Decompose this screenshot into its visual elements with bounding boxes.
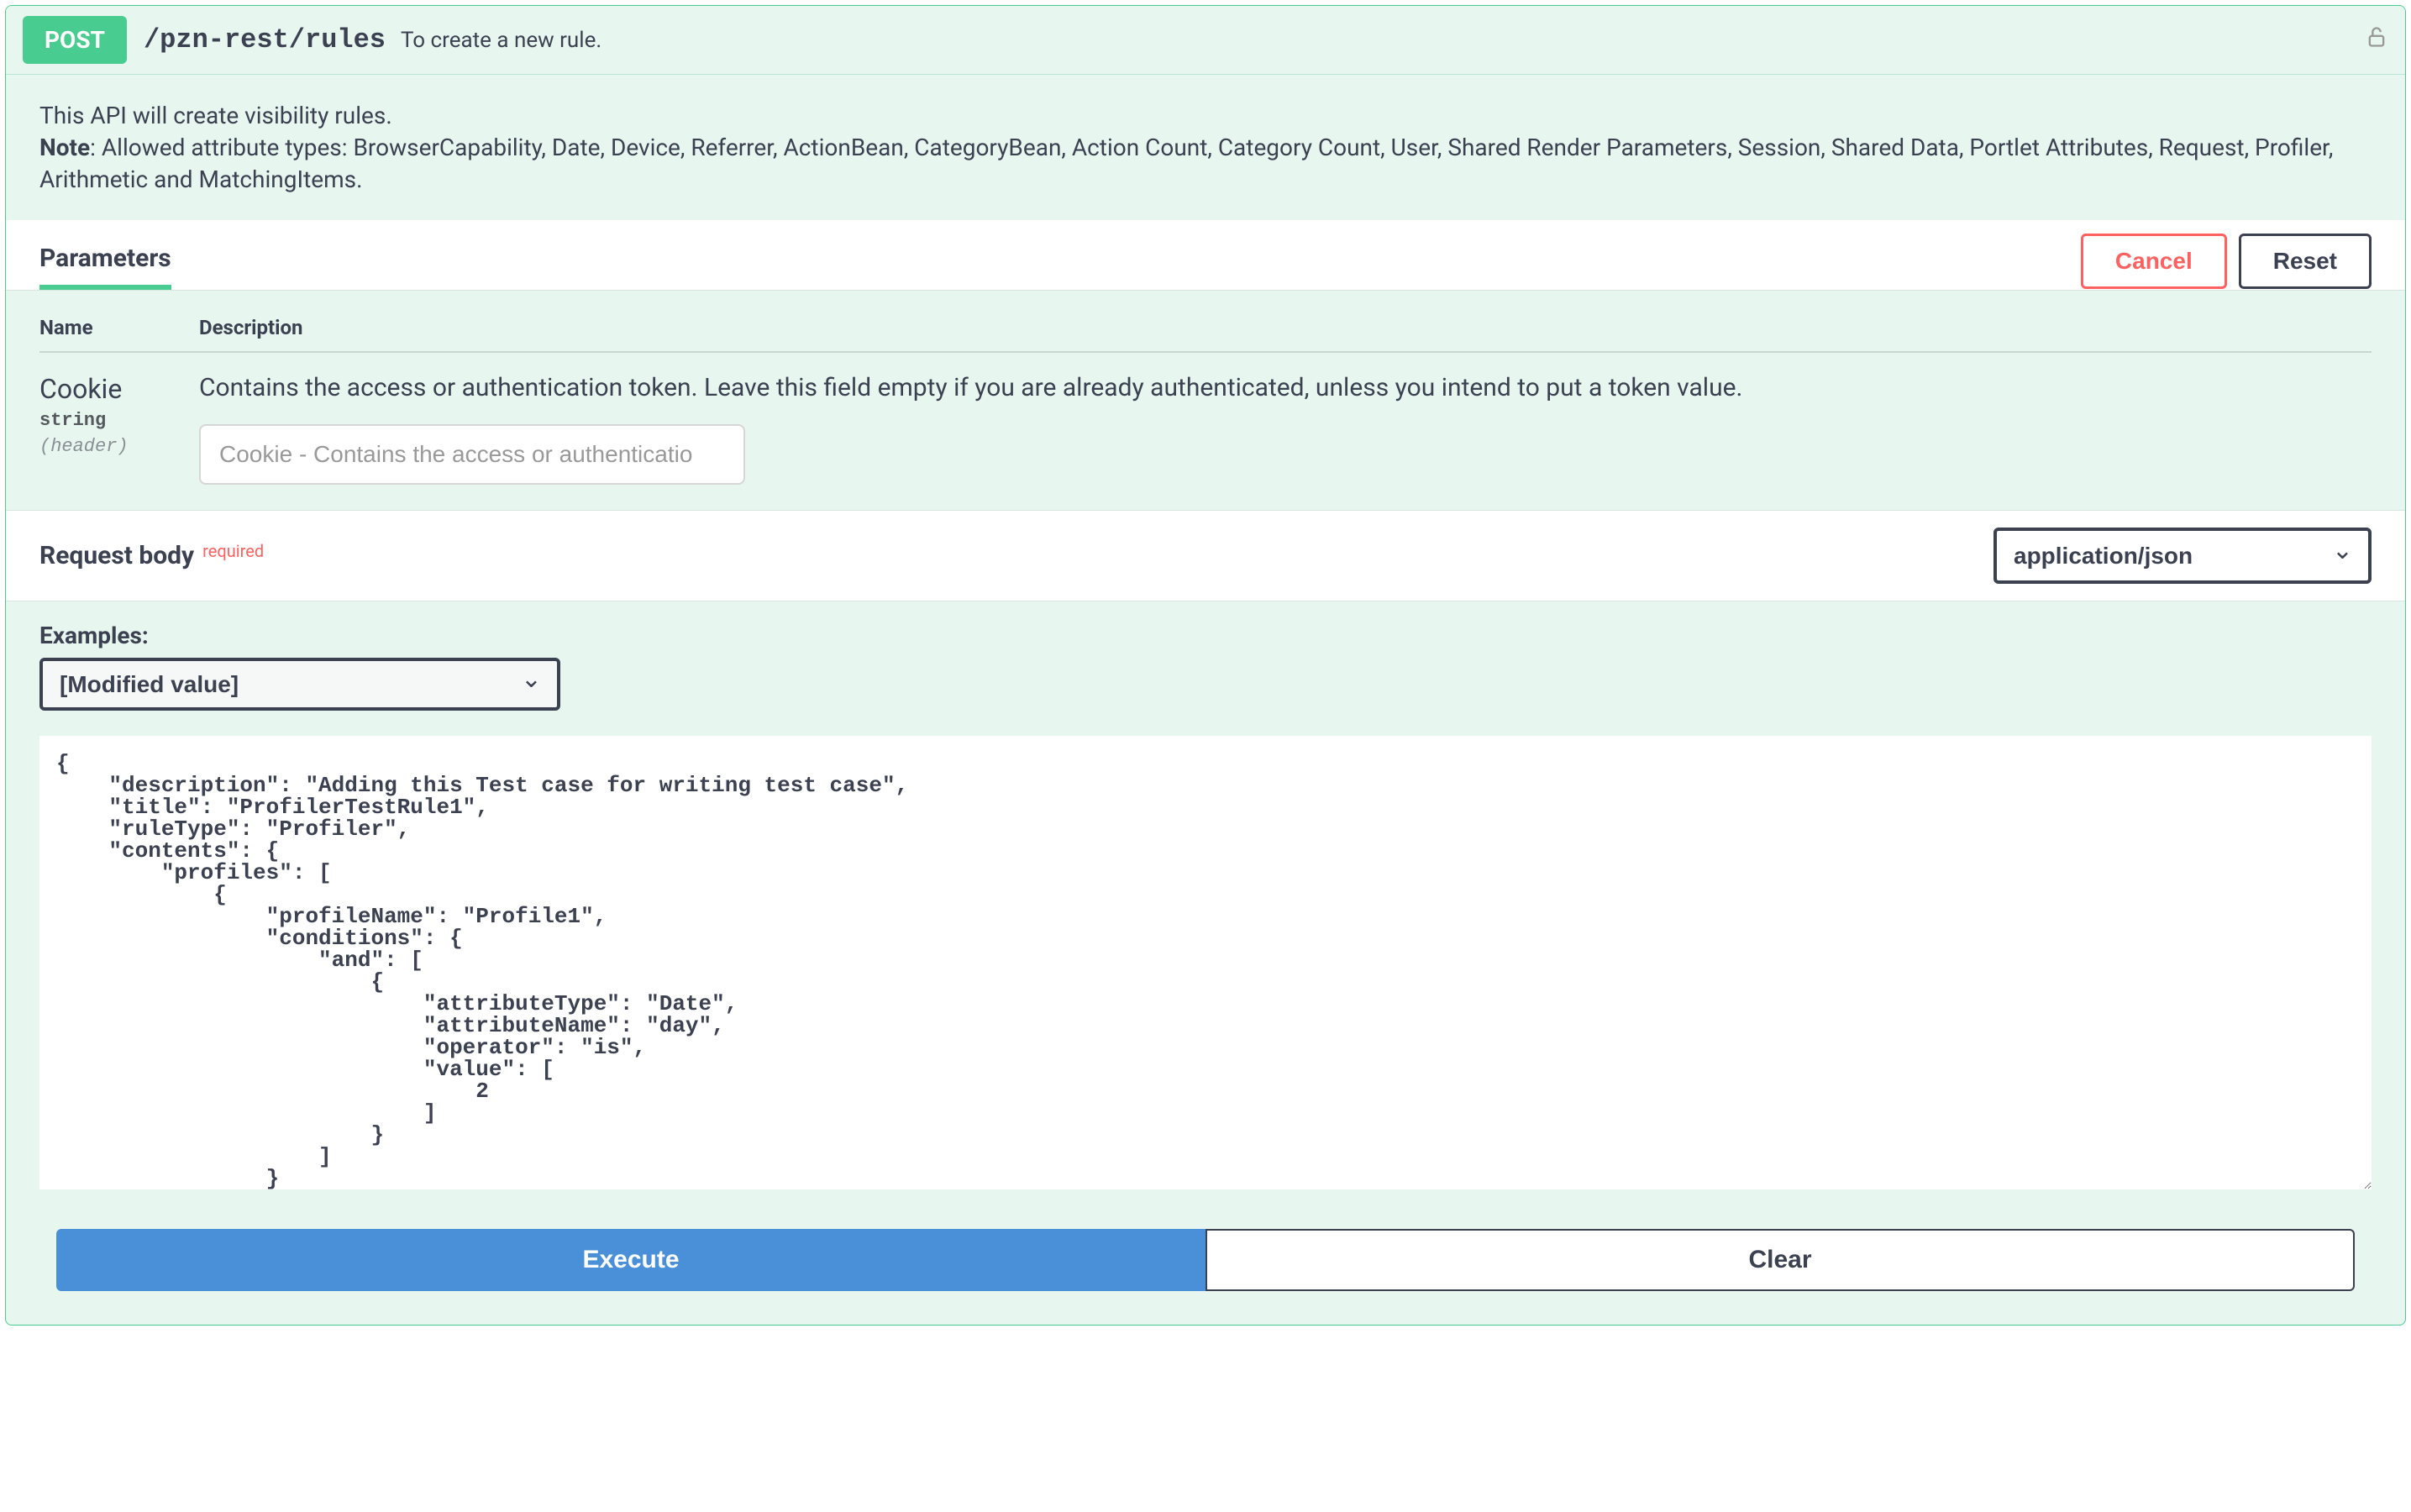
content-type-select-wrapper: application/json: [1993, 528, 2372, 584]
description-note: Note: Allowed attribute types: BrowserCa…: [39, 132, 2372, 196]
parameter-in: (header): [39, 436, 199, 457]
reset-button[interactable]: Reset: [2239, 234, 2372, 289]
endpoint-summary: To create a new rule.: [401, 28, 601, 53]
request-body-textarea[interactable]: { "description": "Adding this Test case …: [39, 736, 2372, 1189]
parameter-meta: Cookie string (header): [39, 373, 199, 457]
request-body-label: Request body: [39, 541, 194, 570]
examples-select[interactable]: [Modified value]: [39, 658, 560, 711]
parameter-name: Cookie: [39, 373, 199, 405]
execute-button[interactable]: Execute: [56, 1229, 1206, 1291]
examples-select-wrapper: [Modified value]: [39, 658, 560, 711]
examples-section: Examples: [Modified value]: [6, 601, 2405, 719]
parameters-table-header: Name Description: [39, 316, 2372, 353]
content-type-select[interactable]: application/json: [1993, 528, 2372, 584]
cancel-button[interactable]: Cancel: [2081, 234, 2227, 289]
cookie-input[interactable]: [199, 424, 745, 485]
tab-parameters[interactable]: Parameters: [39, 232, 171, 290]
actions-row: Execute Clear: [6, 1204, 2405, 1325]
parameter-description-column: Contains the access or authentication to…: [199, 373, 2372, 485]
column-header-name: Name: [39, 316, 199, 339]
unlock-icon[interactable]: [2365, 25, 2388, 55]
column-header-description: Description: [199, 316, 303, 339]
note-text: : Allowed attribute types: BrowserCapabi…: [39, 134, 2333, 193]
parameter-row: Cookie string (header) Contains the acce…: [39, 373, 2372, 485]
request-body-header: Request body required application/json: [6, 510, 2405, 601]
note-label: Note: [39, 134, 90, 161]
required-badge: required: [202, 541, 264, 561]
examples-label: Examples:: [39, 622, 2372, 649]
description-line: This API will create visibility rules.: [39, 100, 2372, 132]
parameter-type: string: [39, 410, 199, 431]
api-operation-panel: POST /pzn-rest/rules To create a new rul…: [5, 5, 2406, 1326]
operation-description: This API will create visibility rules. N…: [6, 75, 2405, 220]
operation-header[interactable]: POST /pzn-rest/rules To create a new rul…: [6, 6, 2405, 75]
parameters-section: Name Description Cookie string (header) …: [6, 291, 2405, 510]
endpoint-path: /pzn-rest/rules: [144, 24, 386, 55]
parameter-description: Contains the access or authentication to…: [199, 373, 2372, 402]
clear-button[interactable]: Clear: [1206, 1229, 2355, 1291]
parameters-tab-row: Parameters Cancel Reset: [6, 220, 2405, 291]
http-method-badge: POST: [23, 16, 127, 64]
